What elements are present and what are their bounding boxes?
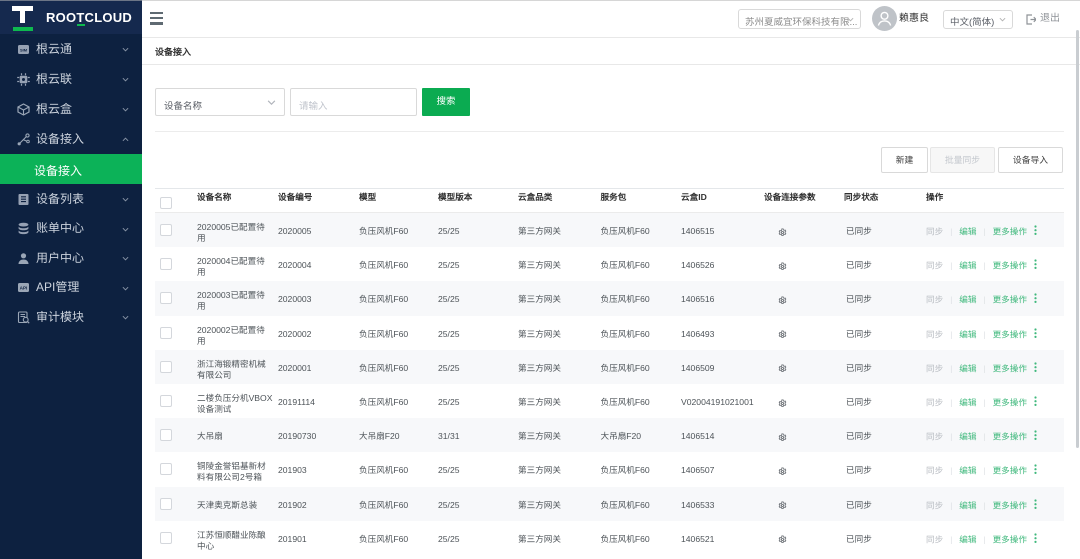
svg-text:API: API <box>20 285 28 290</box>
svg-text:SIM: SIM <box>20 47 28 52</box>
